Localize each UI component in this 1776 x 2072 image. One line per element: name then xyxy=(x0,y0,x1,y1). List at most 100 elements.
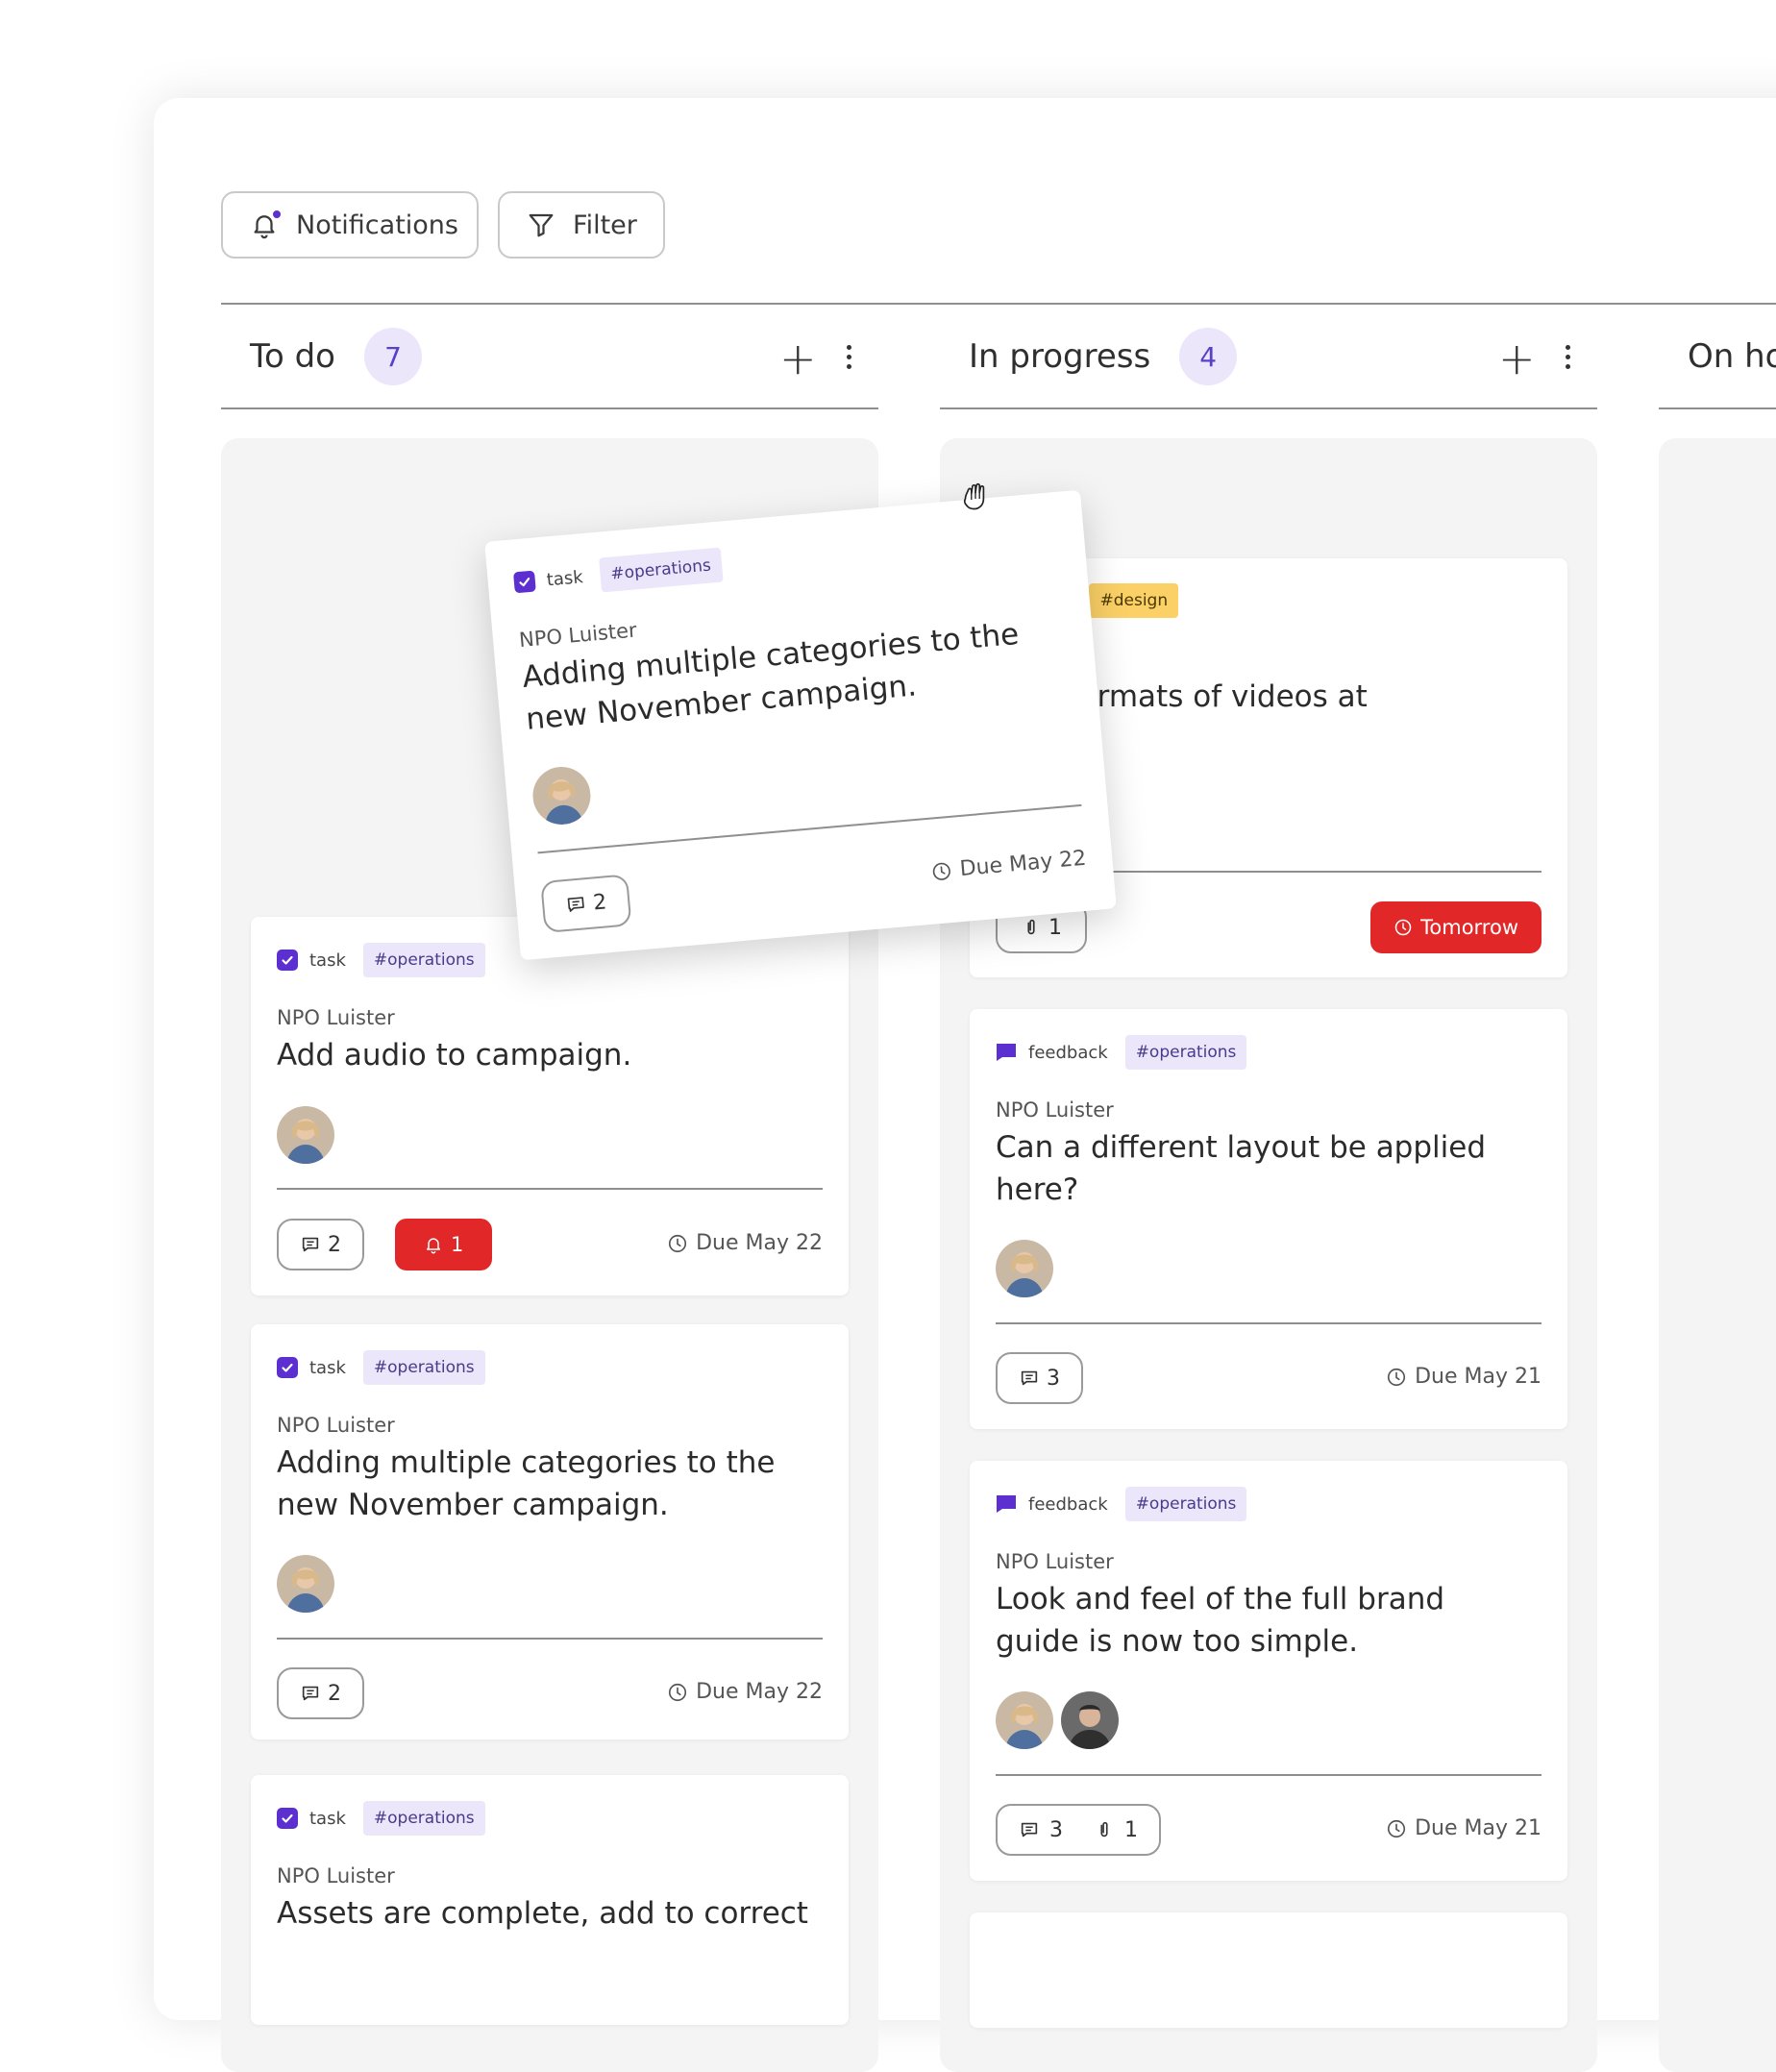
comment-icon xyxy=(1019,1819,1040,1840)
add-card-button-todo[interactable]: + xyxy=(779,336,817,381)
filter-button[interactable]: Filter xyxy=(498,191,665,259)
feedback-card[interactable]: feedback #operations NPO Luister Look an… xyxy=(970,1461,1567,1881)
task-check-icon xyxy=(277,1808,298,1829)
card-title: Assets are complete, add to correct xyxy=(277,1896,808,1931)
card-title: Look and feel of the full brand guide is… xyxy=(996,1582,1445,1659)
column-divider xyxy=(940,407,1597,409)
paperclip-icon xyxy=(1021,917,1042,938)
card-divider xyxy=(996,1774,1542,1776)
card-type-label: task xyxy=(545,566,584,590)
due-date: Due May 21 xyxy=(1386,1816,1542,1840)
avatar xyxy=(996,1240,1053,1297)
task-card[interactable]: task #operations NPO Luister Adding mult… xyxy=(251,1324,849,1739)
column-count-badge: 7 xyxy=(363,328,422,385)
comment-count: 3 xyxy=(1047,1366,1060,1391)
due-label: Tomorrow xyxy=(1420,916,1518,939)
column-menu-icon[interactable] xyxy=(1566,345,1571,369)
paperclip-icon xyxy=(1094,1819,1115,1840)
comment-count: 3 xyxy=(1049,1817,1063,1842)
tag-badge[interactable]: #operations xyxy=(362,943,485,977)
card-type-label: task xyxy=(309,950,346,971)
comment-count: 2 xyxy=(592,889,608,915)
card-title: Add audio to campaign. xyxy=(277,1038,632,1073)
task-check-icon xyxy=(513,570,536,594)
card-title: Adding multiple categories to the new No… xyxy=(277,1445,776,1522)
notifications-button[interactable]: Notifications xyxy=(221,191,479,259)
card-divider xyxy=(277,1638,823,1640)
lane-on-hold xyxy=(1659,438,1776,2072)
due-tomorrow-badge[interactable]: Tomorrow xyxy=(1370,901,1542,953)
card-divider xyxy=(996,1322,1542,1324)
avatar xyxy=(277,1106,334,1164)
due-date: Due May 21 xyxy=(1386,1365,1542,1389)
avatar xyxy=(996,1691,1053,1749)
filter-label: Filter xyxy=(573,210,637,240)
attachment-count: 1 xyxy=(1048,915,1062,940)
clock-icon xyxy=(667,1233,688,1254)
column-header-on-hold: On ho xyxy=(1659,305,1776,408)
task-card[interactable]: task #operations NPO Luister Assets are … xyxy=(251,1775,849,2025)
board-window: Notifications Filter To do 7 + In progre… xyxy=(154,98,1776,2072)
bell-icon xyxy=(250,210,281,239)
filter-icon xyxy=(527,210,555,239)
due-date: Due May 22 xyxy=(930,847,1087,884)
tag-badge[interactable]: #operations xyxy=(362,1350,485,1385)
card-type-label: feedback xyxy=(1028,1493,1108,1515)
card-divider xyxy=(537,803,1082,854)
column-title: On ho xyxy=(1688,337,1776,376)
column-divider xyxy=(221,407,878,409)
card-client: NPO Luister xyxy=(277,1006,395,1029)
clock-icon xyxy=(667,1682,688,1703)
tag-badge[interactable]: #operations xyxy=(362,1801,485,1836)
card-client: NPO Luister xyxy=(277,1414,395,1437)
card-title: Can a different layout be applied here? xyxy=(996,1130,1487,1207)
comments-button[interactable]: 3 xyxy=(996,1352,1083,1404)
card-type-label: feedback xyxy=(1028,1042,1108,1063)
grab-cursor-icon xyxy=(963,482,985,510)
tag-badge[interactable]: #operations xyxy=(1124,1487,1247,1521)
notification-badge[interactable]: 1 xyxy=(395,1219,493,1270)
comment-icon xyxy=(300,1234,321,1255)
tag-badge-design[interactable]: #design xyxy=(1089,583,1179,618)
task-card[interactable]: task #operations NPO Luister Add audio t… xyxy=(251,917,849,1295)
card-client: NPO Luister xyxy=(277,1864,395,1887)
feedback-icon xyxy=(997,1495,1016,1513)
task-check-icon xyxy=(277,1357,298,1378)
task-card[interactable] xyxy=(970,1912,1567,2028)
clock-icon xyxy=(930,859,953,882)
column-title: In progress xyxy=(969,337,1151,376)
comments-attachments-button[interactable]: 3 1 xyxy=(996,1804,1161,1856)
comments-button[interactable]: 2 xyxy=(540,874,632,934)
avatar xyxy=(277,1555,334,1613)
tag-badge[interactable]: #operations xyxy=(1124,1035,1247,1070)
card-client: NPO Luister xyxy=(518,618,638,653)
comment-icon xyxy=(564,893,587,916)
notifications-label: Notifications xyxy=(296,210,458,240)
add-card-button-in-progress[interactable]: + xyxy=(1498,336,1536,381)
comments-button[interactable]: 2 xyxy=(277,1219,364,1270)
clock-icon xyxy=(1386,1818,1407,1839)
column-divider xyxy=(1659,407,1776,409)
comment-icon xyxy=(300,1683,321,1704)
notification-count: 1 xyxy=(451,1233,464,1256)
column-count-badge: 4 xyxy=(1179,328,1238,385)
card-client: NPO Luister xyxy=(996,1098,1114,1122)
attachment-count: 1 xyxy=(1124,1817,1138,1842)
comment-icon xyxy=(1019,1368,1040,1389)
card-divider xyxy=(277,1188,823,1190)
feedback-card[interactable]: feedback #operations NPO Luister Can a d… xyxy=(970,1009,1567,1429)
column-title: To do xyxy=(250,337,335,376)
comments-button[interactable]: 2 xyxy=(277,1667,364,1719)
card-client: NPO Luister xyxy=(996,1550,1114,1573)
tag-badge[interactable]: #operations xyxy=(598,547,724,593)
column-menu-icon[interactable] xyxy=(847,345,852,369)
avatar xyxy=(1061,1691,1119,1749)
feedback-icon xyxy=(997,1044,1016,1061)
card-type-label: task xyxy=(309,1357,346,1378)
comment-count: 2 xyxy=(328,1232,341,1257)
due-date: Due May 22 xyxy=(667,1680,823,1704)
clock-icon xyxy=(1386,1367,1407,1388)
bell-icon xyxy=(424,1235,443,1254)
dragged-task-card[interactable]: task #operations NPO Luister Adding mult… xyxy=(484,489,1117,961)
avatar xyxy=(530,764,593,826)
